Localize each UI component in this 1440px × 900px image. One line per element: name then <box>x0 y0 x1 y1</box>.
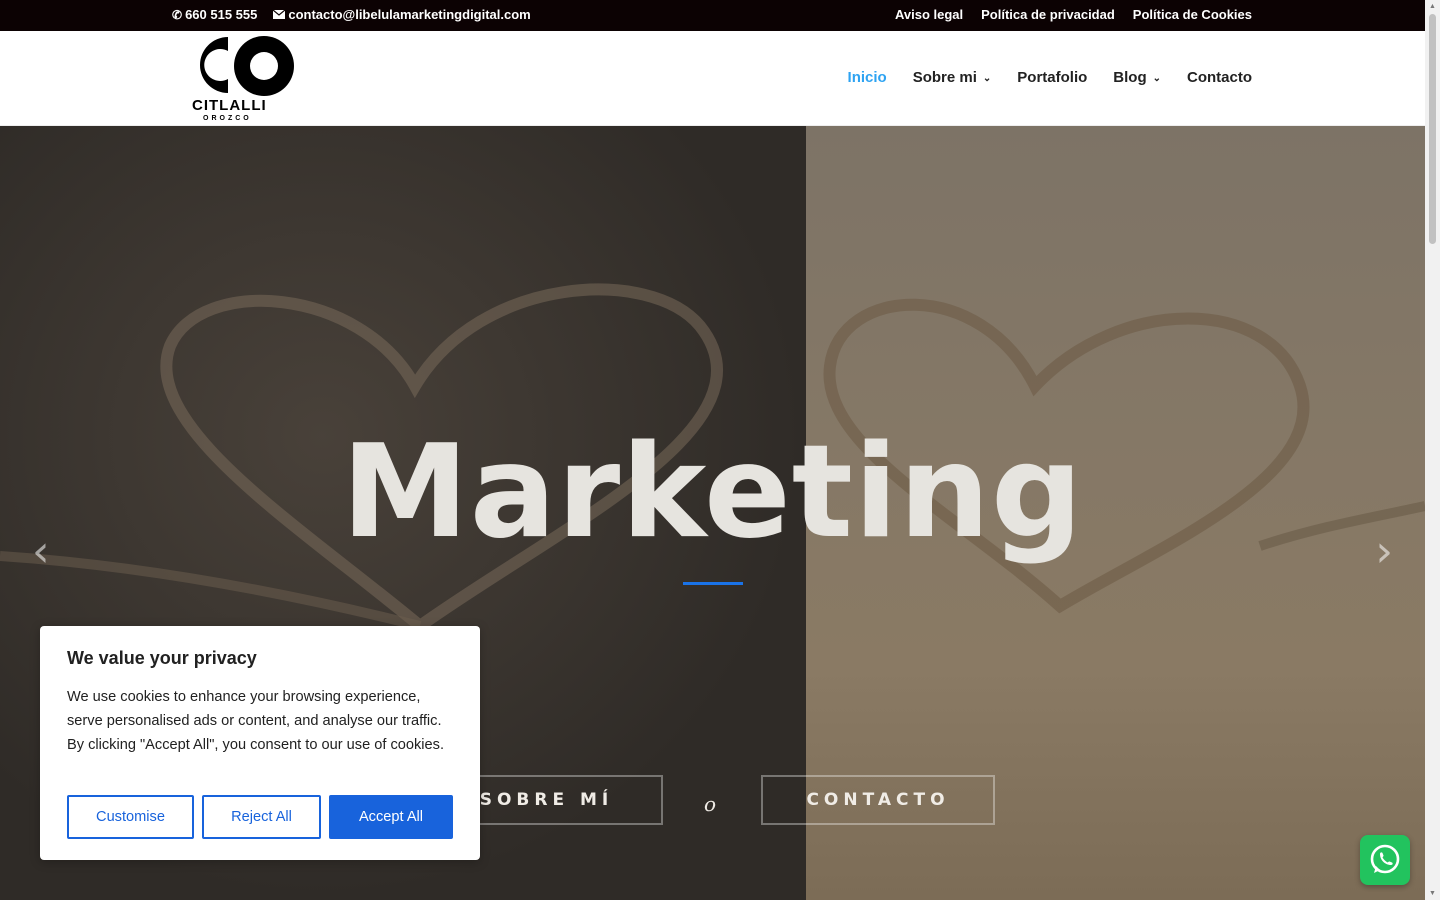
hero-title: Marketing <box>341 418 1084 567</box>
logo-subtitle: OROZCO <box>203 115 252 122</box>
nav-label: Portafolio <box>1017 69 1088 86</box>
whatsapp-icon <box>1370 844 1400 874</box>
chevron-down-icon: ⌄ <box>1152 73 1161 84</box>
email-link[interactable]: contacto@libelulamarketingdigital.com <box>272 7 531 22</box>
top-links: Aviso legal Política de privacidad Polít… <box>895 7 1252 22</box>
top-bar: ✆ 660 515 555 contacto@libelulamarketing… <box>0 0 1425 31</box>
link-politica-privacidad[interactable]: Política de privacidad <box>981 7 1115 22</box>
link-politica-cookies[interactable]: Política de Cookies <box>1133 7 1252 22</box>
nav-label: Sobre mi <box>912 69 977 86</box>
phone-icon: ✆ <box>172 7 183 22</box>
top-contact: ✆ 660 515 555 contacto@libelulamarketing… <box>172 7 531 22</box>
hero-divider <box>683 582 743 585</box>
cookie-title: We value your privacy <box>67 648 257 668</box>
link-aviso-legal[interactable]: Aviso legal <box>895 7 963 22</box>
nav-label: Blog <box>1113 69 1147 86</box>
customise-button[interactable]: Customise <box>67 795 194 839</box>
phone-number: 660 515 555 <box>185 7 258 22</box>
accept-all-button[interactable]: Accept All <box>329 795 453 839</box>
main-nav: Inicio Sobre mi ⌄ Portafolio Blog ⌄ Cont… <box>848 69 1252 86</box>
nav-item-portafolio[interactable]: Portafolio <box>1017 69 1087 86</box>
page-scrollbar[interactable]: ▲ ▼ <box>1425 0 1440 900</box>
mail-icon <box>272 8 286 22</box>
whatsapp-button[interactable] <box>1360 835 1410 885</box>
reject-all-button[interactable]: Reject All <box>202 795 321 839</box>
cookie-buttons: Customise Reject All Accept All <box>67 795 453 839</box>
scroll-up-arrow-icon[interactable]: ▲ <box>1429 3 1436 10</box>
nav-item-blog[interactable]: Blog ⌄ <box>1113 69 1161 86</box>
phone-link[interactable]: ✆ 660 515 555 <box>172 7 257 22</box>
scroll-down-arrow-icon[interactable]: ▼ <box>1429 890 1436 897</box>
email-address: contacto@libelulamarketingdigital.com <box>288 7 531 22</box>
site-header: CITLALLI OROZCO Inicio Sobre mi ⌄ Portaf… <box>0 31 1425 126</box>
contact-button[interactable]: CONTACTO <box>761 775 995 825</box>
nav-label: Contacto <box>1187 69 1252 86</box>
nav-label: Inicio <box>847 69 887 86</box>
scrollbar-thumb[interactable] <box>1429 14 1436 244</box>
nav-item-inicio[interactable]: Inicio <box>848 69 887 86</box>
nav-item-contacto[interactable]: Contacto <box>1187 69 1252 86</box>
chevron-down-icon: ⌄ <box>982 73 992 84</box>
nav-item-sobre-mi[interactable]: Sobre mi ⌄ <box>913 69 992 86</box>
cookie-text: We use cookies to enhance your browsing … <box>67 689 445 753</box>
logo-name: CITLALLI <box>192 97 267 114</box>
cookie-consent-banner: We value your privacy We use cookies to … <box>40 626 480 860</box>
or-separator: o <box>704 792 717 816</box>
